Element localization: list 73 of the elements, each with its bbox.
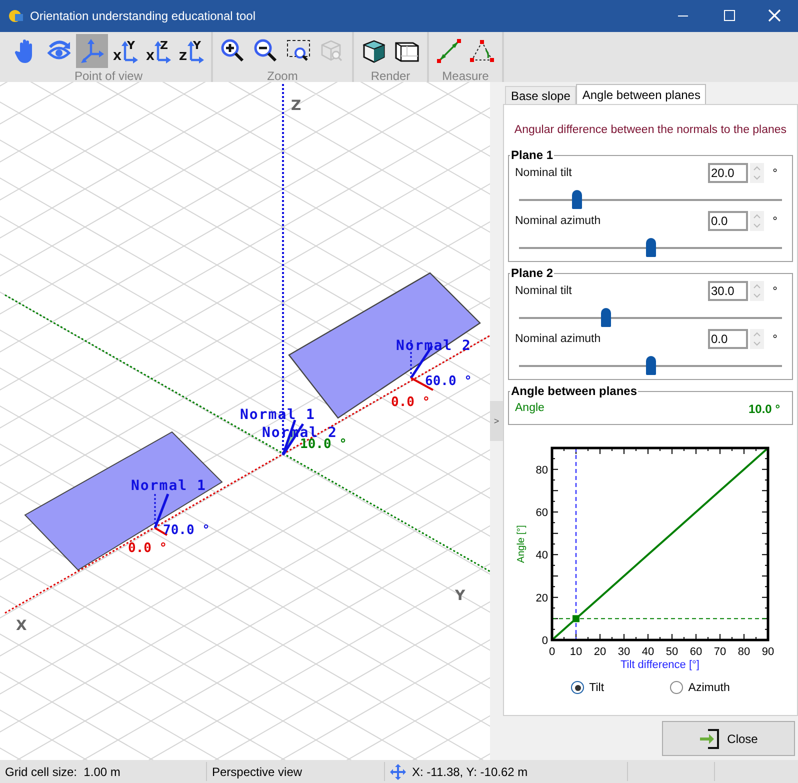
x-axis-title: Tilt difference [°] xyxy=(620,659,700,671)
axis-label: Y xyxy=(455,588,466,604)
field-label: Nominal azimuth xyxy=(515,215,602,227)
slider-thumb[interactable] xyxy=(646,356,656,375)
x-tick-label: 0 xyxy=(548,646,556,658)
group-title: Plane 2 xyxy=(510,266,554,280)
view-mode-text: Perspective view xyxy=(207,762,385,781)
field-label: Nominal tilt xyxy=(515,167,573,179)
slider-thumb[interactable] xyxy=(646,238,656,257)
normal-label: Normal 1 xyxy=(240,407,316,423)
number-input[interactable]: 0.0 xyxy=(708,329,748,349)
solid-cube-icon xyxy=(361,38,387,64)
field-label: Nominal azimuth xyxy=(515,333,602,345)
degree-unit: ° xyxy=(772,332,778,346)
y-tick-label: 80 xyxy=(536,464,548,476)
degree-unit: ° xyxy=(772,284,778,298)
current-point-marker xyxy=(572,615,580,622)
coordinates-text: X: -11.38, Y: -10.62 m xyxy=(412,764,528,778)
toolbar-group-label: Zoom xyxy=(267,69,298,83)
app-icon xyxy=(8,8,24,24)
toolbar-group-label: Measure xyxy=(442,69,489,83)
field-label: Nominal tilt xyxy=(515,285,573,297)
x-tick-label: 20 xyxy=(594,646,606,658)
number-input[interactable]: 20.0 xyxy=(708,163,748,183)
y-tick-label: 20 xyxy=(536,592,548,604)
tilt-label: 70.0 ° xyxy=(163,523,210,538)
y-tick-label: 60 xyxy=(536,507,548,519)
toolbar-group-label: Render xyxy=(370,69,410,83)
grid-size-text: Grid cell size: 1.00 m xyxy=(0,762,207,781)
x-tick-label: 70 xyxy=(714,646,726,658)
slider-thumb[interactable] xyxy=(572,190,582,209)
x-tick-label: 60 xyxy=(690,646,702,658)
result-value: 10.0 ° xyxy=(748,402,780,416)
zoom-out-icon xyxy=(253,38,279,64)
axis-label: Z xyxy=(291,98,302,114)
collapse-handle[interactable]: > xyxy=(490,401,503,441)
number-input[interactable]: 0.0 xyxy=(708,211,748,231)
window-title: Orientation understanding educational tool xyxy=(30,9,256,23)
azimuth-label: 0.0 ° xyxy=(128,541,168,556)
y-tick-label: 0 xyxy=(542,635,548,647)
distance-icon xyxy=(436,38,462,64)
x-tick-label: 80 xyxy=(738,646,750,658)
toolbar-group-label: Point of view xyxy=(74,69,143,83)
azimuth-label: 0.0 ° xyxy=(391,395,430,410)
x-tick-label: 10 xyxy=(570,646,582,658)
mode-radio[interactable]: Azimuth xyxy=(670,681,730,694)
axis-label: X xyxy=(16,618,27,634)
x-tick-label: 40 xyxy=(642,646,654,658)
tab[interactable]: Angle between planes xyxy=(576,84,706,104)
normal-label: Normal 1 xyxy=(131,478,206,494)
close-button[interactable]: Close xyxy=(662,721,795,756)
x-tick-label: 30 xyxy=(618,646,630,658)
exit-icon xyxy=(699,728,722,750)
degree-unit: ° xyxy=(772,166,778,180)
cube-magnifier-icon xyxy=(319,38,345,64)
degree-unit: ° xyxy=(772,214,778,228)
y-axis-title: Angle [°] xyxy=(516,525,527,563)
group-title: Plane 1 xyxy=(510,148,554,162)
number-input[interactable]: 30.0 xyxy=(708,281,748,301)
result-label: Angle xyxy=(515,402,544,416)
zoom-in-icon xyxy=(220,38,246,64)
slider-thumb[interactable] xyxy=(600,308,611,327)
axes-icon xyxy=(79,38,105,64)
tab[interactable]: Base slope xyxy=(505,86,576,104)
group-title: Angle between planes xyxy=(510,384,638,398)
x-tick-label: 90 xyxy=(762,646,774,658)
triangle-angle-icon xyxy=(469,38,495,64)
y-tick-label: 40 xyxy=(536,550,548,562)
description-text: Angular difference between the normals to the planes xyxy=(513,124,788,136)
x-tick-label: 50 xyxy=(666,646,678,658)
tilt-label: 60.0 ° xyxy=(425,374,472,389)
move-icon xyxy=(390,764,406,780)
mode-radio[interactable]: Tilt xyxy=(571,681,604,694)
